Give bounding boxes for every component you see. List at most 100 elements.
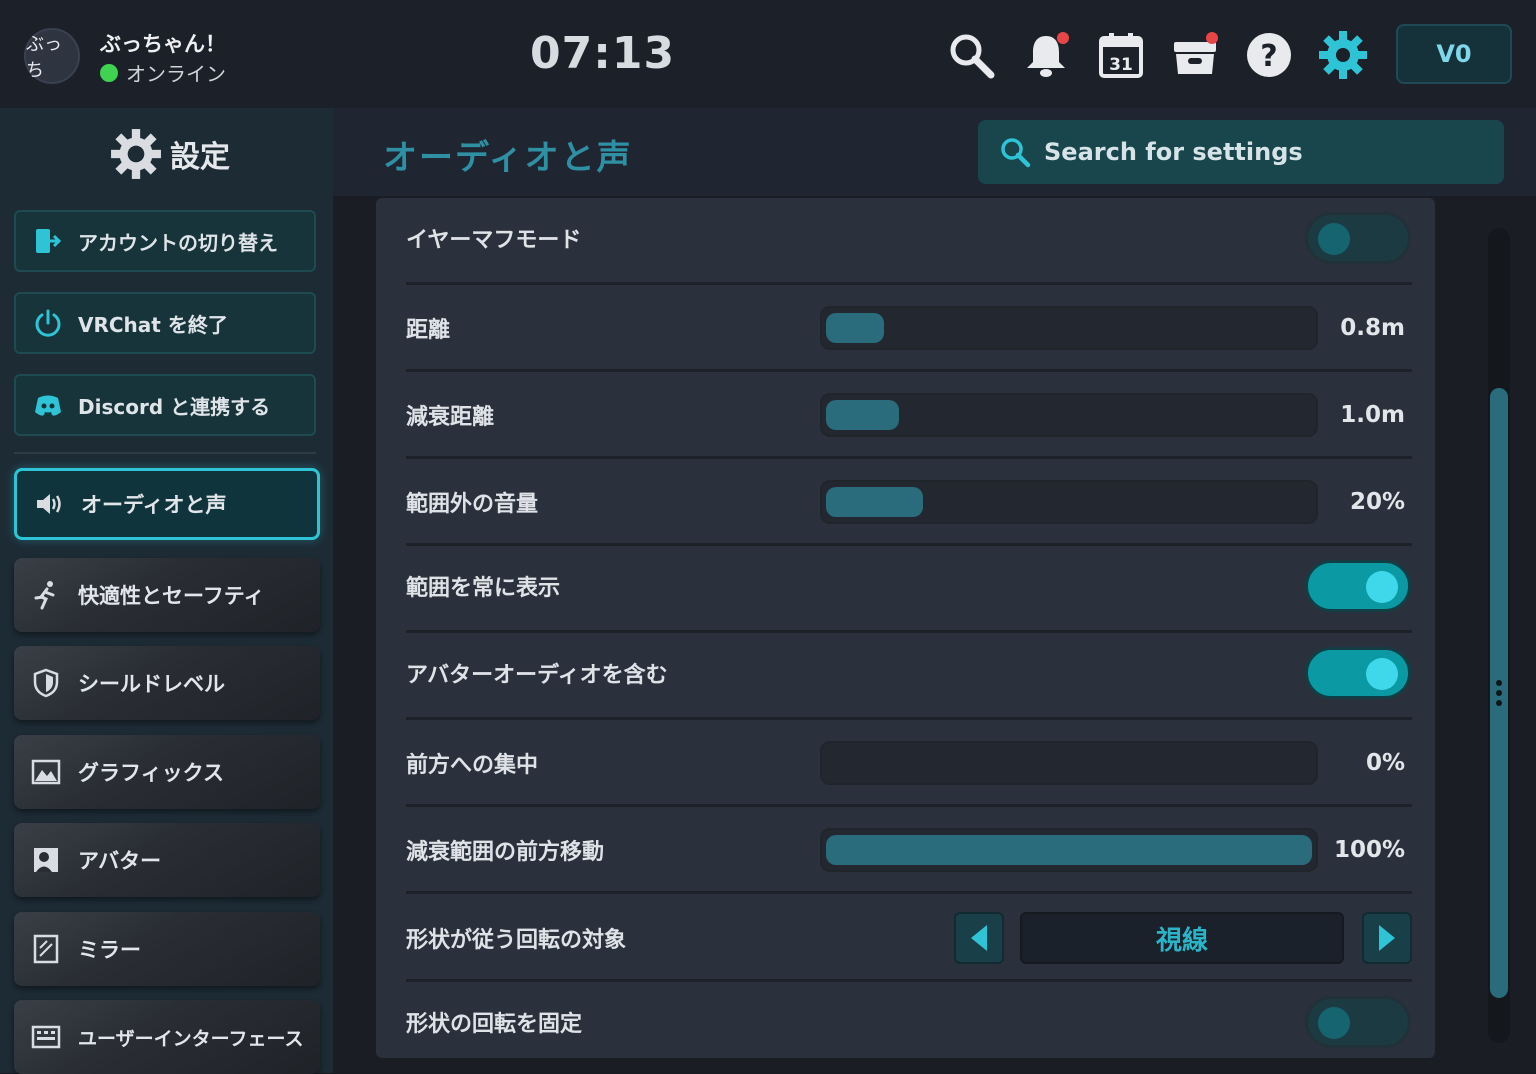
top-bar: ぶっち ぶっちゃん！ オンライン 07:13 31 ? V0 bbox=[0, 0, 1536, 108]
row-divider bbox=[406, 804, 1412, 807]
setting-label: 距離 bbox=[406, 318, 451, 343]
falloff-forward-shift-slider[interactable] bbox=[820, 828, 1318, 872]
sidebar-item-label: 快適性とセーフティ bbox=[78, 584, 265, 608]
toggle-knob bbox=[1318, 223, 1350, 255]
previous-option-button[interactable] bbox=[954, 912, 1004, 964]
avatar[interactable]: ぶっち bbox=[24, 28, 80, 84]
status-text: オンライン bbox=[126, 62, 226, 86]
next-option-button[interactable] bbox=[1362, 912, 1412, 964]
slider-fill bbox=[826, 313, 884, 343]
sidebar-item-label: アバター bbox=[78, 849, 162, 873]
switch-account-button[interactable]: アカウントの切り替え bbox=[14, 210, 316, 272]
status-dot-icon bbox=[100, 63, 118, 82]
search-icon[interactable] bbox=[946, 30, 996, 80]
setting-label: 範囲外の音量 bbox=[406, 492, 539, 517]
earmuff-mode-toggle[interactable] bbox=[1305, 212, 1411, 264]
sidebar-item-label: オーディオと声 bbox=[81, 493, 227, 517]
row-divider bbox=[406, 543, 1412, 546]
setting-out-of-range-volume: 範囲外の音量 20% bbox=[406, 478, 1411, 526]
gear-icon[interactable] bbox=[1318, 30, 1368, 80]
running-icon bbox=[30, 579, 62, 611]
distance-value: 0.8m bbox=[1340, 315, 1405, 341]
search-input[interactable]: Search for settings bbox=[978, 120, 1504, 184]
row-divider bbox=[406, 891, 1412, 894]
page-title: オーディオと声 bbox=[383, 138, 633, 178]
setting-forward-focus: 前方への集中 0% bbox=[406, 739, 1411, 787]
sidebar-item-shield-level[interactable]: シールドレベル bbox=[14, 646, 320, 720]
currency-button[interactable]: V0 bbox=[1396, 24, 1512, 84]
setting-shape-rotation-target: 形状が従う回転の対象 視線 bbox=[406, 910, 1412, 966]
switch-account-label: アカウントの切り替え bbox=[78, 230, 278, 255]
sidebar-divider bbox=[14, 452, 316, 454]
inventory-badge bbox=[1206, 32, 1218, 44]
settings-title-text: 設定 bbox=[170, 140, 230, 175]
lock-shape-rotation-toggle[interactable] bbox=[1305, 996, 1411, 1048]
inventory-icon[interactable] bbox=[1170, 30, 1220, 80]
setting-label: 範囲を常に表示 bbox=[406, 576, 561, 601]
include-avatar-audio-toggle[interactable] bbox=[1305, 647, 1411, 699]
main-content: オーディオと声 Search for settings イヤーマフモード 距離 … bbox=[333, 108, 1536, 1073]
settings-panel: イヤーマフモード 距離 0.8m 減衰距離 1.0m 範囲外の音量 20% 範囲… bbox=[376, 198, 1435, 1058]
help-icon[interactable]: ? bbox=[1244, 30, 1294, 80]
setting-include-avatar-audio: アバターオーディオを含む bbox=[406, 645, 1411, 701]
falloff-distance-value: 1.0m bbox=[1340, 402, 1405, 428]
arrow-left-icon bbox=[971, 925, 987, 951]
row-divider bbox=[406, 369, 1412, 372]
search-placeholder: Search for settings bbox=[1044, 138, 1303, 166]
setting-lock-shape-rotation: 形状の回転を固定 bbox=[406, 994, 1411, 1050]
switch-account-icon bbox=[32, 225, 64, 257]
sidebar-item-audio[interactable]: オーディオと声 bbox=[14, 468, 320, 540]
slider-fill bbox=[826, 400, 899, 430]
setting-distance: 距離 0.8m bbox=[406, 304, 1411, 352]
search-field-icon bbox=[1001, 138, 1031, 168]
always-show-range-toggle[interactable] bbox=[1305, 560, 1411, 612]
distance-slider[interactable] bbox=[820, 306, 1318, 350]
falloff-distance-slider[interactable] bbox=[820, 393, 1318, 437]
setting-label: イヤーマフモード bbox=[406, 228, 582, 253]
out-of-range-volume-slider[interactable] bbox=[820, 480, 1318, 524]
speaker-icon bbox=[33, 488, 65, 520]
setting-label: 前方への集中 bbox=[406, 753, 539, 778]
sidebar-item-avatar[interactable]: アバター bbox=[14, 823, 320, 897]
sidebar-item-mirror[interactable]: ミラー bbox=[14, 912, 320, 986]
discord-link-button[interactable]: Discord と連携する bbox=[14, 374, 316, 436]
scrollbar-grip-icon bbox=[1496, 680, 1502, 710]
quit-vrchat-button[interactable]: VRChat を終了 bbox=[14, 292, 316, 354]
toggle-knob bbox=[1366, 658, 1398, 690]
notification-badge bbox=[1057, 32, 1069, 44]
forward-focus-slider[interactable] bbox=[820, 741, 1318, 785]
sidebar-item-label: グラフィックス bbox=[78, 761, 224, 785]
toggle-knob bbox=[1318, 1007, 1350, 1039]
quit-vrchat-label: VRChat を終了 bbox=[78, 312, 228, 337]
page-header: オーディオと声 Search for settings bbox=[333, 108, 1536, 196]
row-divider bbox=[406, 282, 1412, 285]
falloff-forward-shift-value: 100% bbox=[1333, 837, 1405, 863]
setting-label: 形状が従う回転の対象 bbox=[406, 928, 627, 953]
row-divider bbox=[406, 717, 1412, 720]
setting-label: 減衰距離 bbox=[406, 405, 495, 430]
setting-label: 形状の回転を固定 bbox=[406, 1012, 583, 1037]
out-of-range-volume-value: 20% bbox=[1349, 489, 1405, 515]
setting-label: 減衰範囲の前方移動 bbox=[406, 840, 605, 865]
keyboard-icon bbox=[30, 1021, 62, 1053]
sidebar-item-graphics[interactable]: グラフィックス bbox=[14, 735, 320, 809]
clock: 07:13 bbox=[530, 28, 676, 79]
row-divider bbox=[406, 456, 1412, 459]
row-divider bbox=[406, 630, 1412, 633]
discord-link-label: Discord と連携する bbox=[78, 394, 271, 419]
arrow-right-icon bbox=[1379, 925, 1395, 951]
slider-fill bbox=[826, 835, 1312, 865]
bell-icon[interactable] bbox=[1021, 30, 1071, 80]
sidebar: 設定 アカウントの切り替え VRChat を終了 Discord と連携する オ… bbox=[0, 108, 333, 1074]
setting-falloff-forward-shift: 減衰範囲の前方移動 100% bbox=[406, 826, 1411, 874]
calendar-icon[interactable]: 31 bbox=[1096, 30, 1146, 80]
image-icon bbox=[30, 756, 62, 788]
sidebar-item-label: ユーザーインターフェース bbox=[78, 1027, 304, 1050]
sidebar-item-user-interface[interactable]: ユーザーインターフェース bbox=[14, 1000, 320, 1074]
sidebar-item-comfort-safety[interactable]: 快適性とセーフティ bbox=[14, 558, 320, 632]
mirror-icon bbox=[30, 933, 62, 965]
setting-earmuff-mode: イヤーマフモード bbox=[406, 210, 1411, 266]
settings-title: 設定 bbox=[110, 128, 230, 180]
username: ぶっちゃん！ bbox=[100, 32, 226, 56]
calendar-day: 31 bbox=[1109, 55, 1133, 75]
